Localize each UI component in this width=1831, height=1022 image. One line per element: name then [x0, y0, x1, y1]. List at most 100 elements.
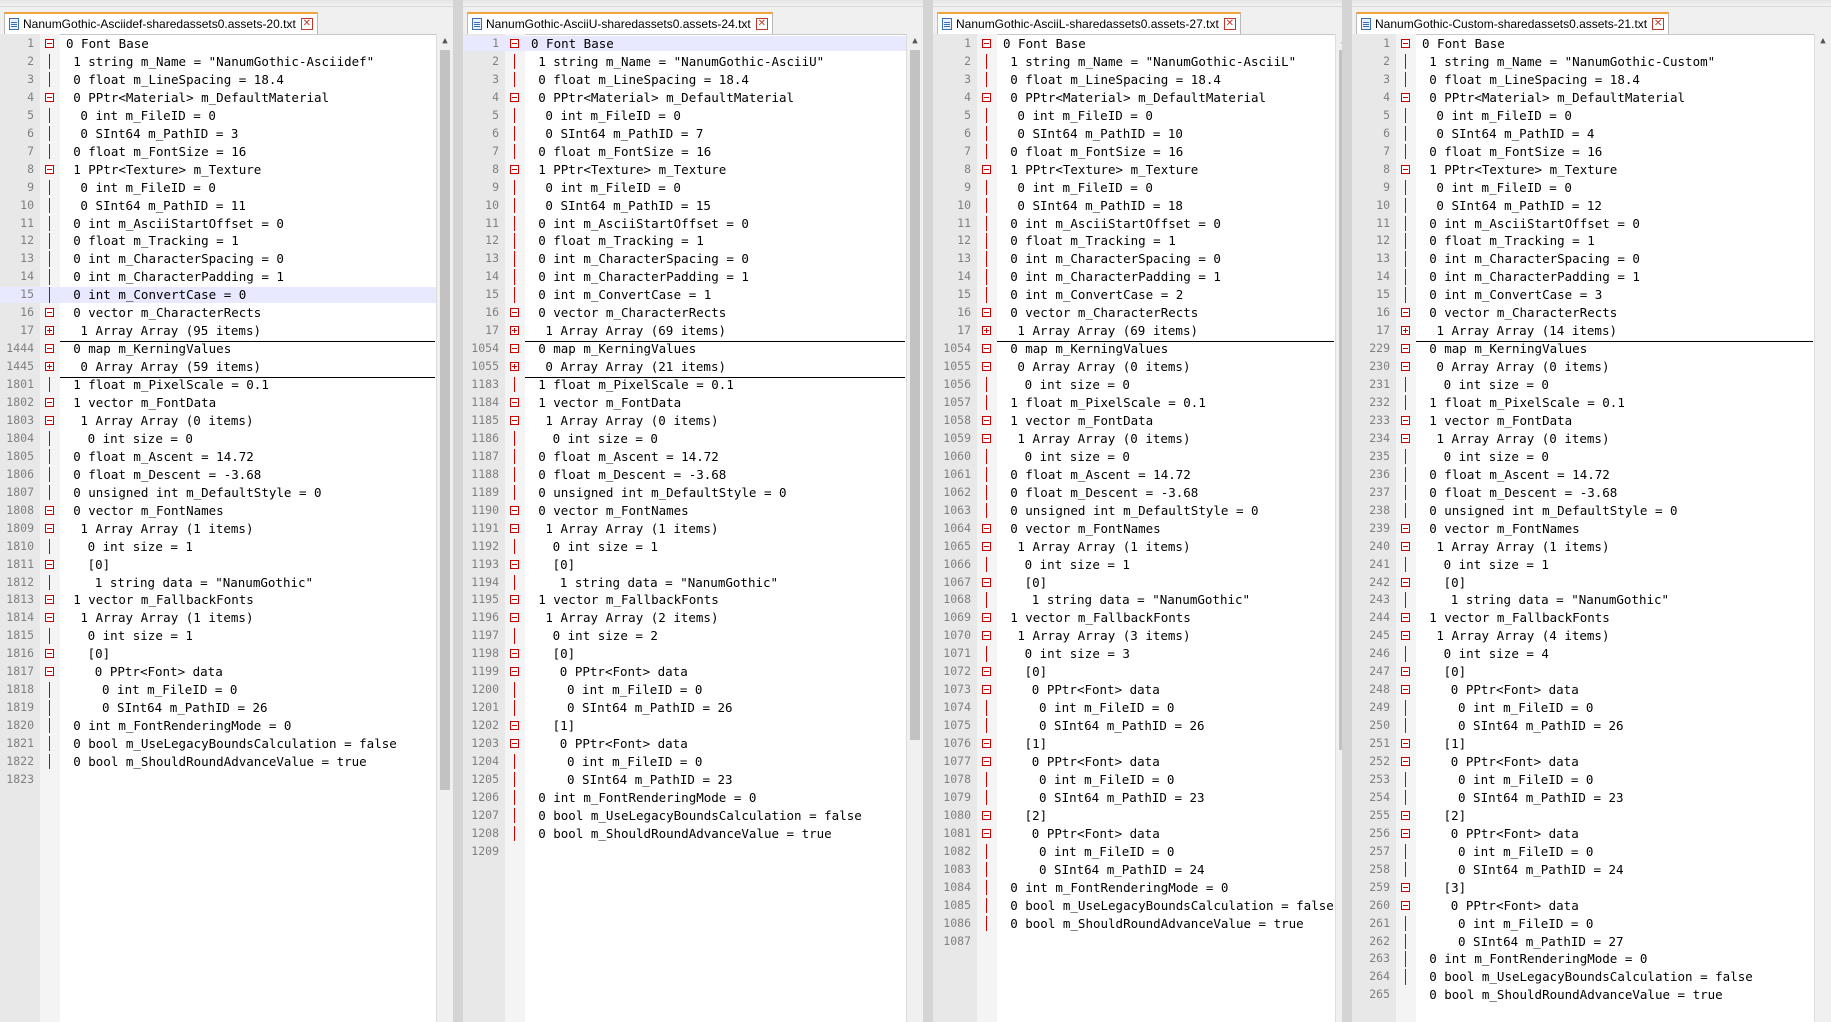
- code-line[interactable]: 1077 0 PPtr<Font> data: [933, 754, 1352, 769]
- code-line[interactable]: 264 0 bool m_UseLegacyBoundsCalculation =…: [1352, 969, 1831, 985]
- code-line[interactable]: 256 0 PPtr<Font> data: [1352, 826, 1831, 841]
- code-line[interactable]: 1187 0 float m_Ascent = 14.72: [463, 448, 923, 465]
- code-line[interactable]: 262 0 SInt64 m_PathID = 27: [1352, 933, 1831, 949]
- fold-collapse-icon[interactable]: [45, 415, 54, 425]
- code-line[interactable]: 258 0 SInt64 m_PathID = 24: [1352, 861, 1831, 878]
- fold-collapse-icon[interactable]: [982, 757, 991, 766]
- vertical-scrollbar[interactable]: ▲: [1814, 34, 1831, 1022]
- code-line[interactable]: 244 1 vector m_FallbackFonts: [1352, 610, 1831, 625]
- fold-collapse-icon[interactable]: [1401, 900, 1410, 910]
- fold-collapse-icon[interactable]: [1401, 667, 1410, 677]
- code-line[interactable]: 12 0 float m_Tracking = 1: [933, 233, 1352, 249]
- code-line[interactable]: 1194 1 string data = "NanumGothic": [463, 574, 923, 590]
- fold-collapse-icon[interactable]: [45, 523, 54, 533]
- fold-collapse-icon[interactable]: [1401, 757, 1410, 766]
- code-line[interactable]: 1086 0 bool m_ShouldRoundAdvanceValue = t…: [933, 915, 1352, 931]
- code-line[interactable]: 14 0 int m_CharacterPadding = 1: [0, 269, 453, 285]
- scroll-up-arrow-icon[interactable]: ▲: [437, 34, 453, 48]
- code-line[interactable]: 1192 0 int size = 1: [463, 538, 923, 554]
- code-line[interactable]: 1184 1 vector m_FontData: [463, 395, 923, 410]
- code-line[interactable]: 1078 0 int m_FileID = 0: [933, 771, 1352, 788]
- code-line[interactable]: 232 1 float m_PixelScale = 0.1: [1352, 395, 1831, 411]
- code-line[interactable]: 1818 0 int m_FileID = 0: [0, 682, 453, 698]
- close-tab-icon[interactable]: ✕: [1223, 18, 1236, 30]
- code-line[interactable]: 3 0 float m_LineSpacing = 18.4: [1352, 71, 1831, 88]
- fold-collapse-icon[interactable]: [1401, 577, 1410, 587]
- code-line[interactable]: 1 0 Font Base: [933, 36, 1352, 51]
- code-line[interactable]: 249 0 int m_FileID = 0: [1352, 700, 1831, 716]
- code-line[interactable]: 12 0 float m_Tracking = 1: [463, 233, 923, 249]
- code-line[interactable]: 246 0 int size = 4: [1352, 646, 1831, 662]
- vertical-scrollbar[interactable]: ▲: [436, 34, 453, 1022]
- fold-collapse-icon[interactable]: [510, 344, 519, 354]
- code-line[interactable]: 17 1 Array Array (69 items): [463, 323, 923, 338]
- fold-collapse-icon[interactable]: [982, 433, 991, 443]
- fold-collapse-icon[interactable]: [1401, 739, 1410, 749]
- code-line[interactable]: 245 1 Array Array (4 items): [1352, 628, 1831, 643]
- code-line[interactable]: 1814 1 Array Array (1 items): [0, 610, 453, 625]
- code-line[interactable]: 8 1 PPtr<Texture> m_Texture: [0, 162, 453, 177]
- scroll-up-arrow-icon[interactable]: ▲: [907, 34, 923, 48]
- file-tab[interactable]: NanumGothic-AsciiU-sharedassets0.assets-…: [467, 12, 773, 34]
- code-line[interactable]: 250 0 SInt64 m_PathID = 26: [1352, 718, 1831, 734]
- code-line[interactable]: 1073 0 PPtr<Font> data: [933, 682, 1352, 697]
- code-line[interactable]: 1 0 Font Base: [463, 36, 923, 52]
- code-line[interactable]: 4 0 PPtr<Material> m_DefaultMaterial: [0, 90, 453, 105]
- fold-collapse-icon[interactable]: [982, 344, 991, 354]
- code-line[interactable]: 1202 [1]: [463, 718, 923, 733]
- code-line[interactable]: 10 0 SInt64 m_PathID = 12: [1352, 197, 1831, 213]
- code-line[interactable]: 8 1 PPtr<Texture> m_Texture: [1352, 162, 1831, 177]
- code-line[interactable]: 1445 0 Array Array (59 items): [0, 359, 453, 374]
- code-line[interactable]: 1815 0 int size = 1: [0, 628, 453, 644]
- fold-collapse-icon[interactable]: [982, 685, 991, 695]
- fold-collapse-icon[interactable]: [982, 39, 991, 48]
- code-line[interactable]: 1196 1 Array Array (2 items): [463, 610, 923, 625]
- code-line[interactable]: 1069 1 vector m_FallbackFonts: [933, 610, 1352, 625]
- code-line[interactable]: 1802 1 vector m_FontData: [0, 395, 453, 410]
- code-line[interactable]: 5 0 int m_FileID = 0: [1352, 107, 1831, 124]
- fold-collapse-icon[interactable]: [982, 577, 991, 587]
- code-line[interactable]: 1055 0 Array Array (21 items): [463, 359, 923, 374]
- fold-expand-icon[interactable]: [45, 326, 54, 336]
- code-line[interactable]: 233 1 vector m_FontData: [1352, 413, 1831, 428]
- code-line[interactable]: 1804 0 int size = 0: [0, 430, 453, 447]
- vertical-scrollbar[interactable]: ▲: [906, 34, 923, 1022]
- code-line[interactable]: 16 0 vector m_CharacterRects: [0, 305, 453, 320]
- fold-collapse-icon[interactable]: [510, 92, 519, 102]
- code-line[interactable]: 265 0 bool m_ShouldRoundAdvanceValue = tr…: [1352, 987, 1831, 1002]
- code-line[interactable]: 240 1 Array Array (1 items): [1352, 539, 1831, 554]
- code-line[interactable]: 1058 1 vector m_FontData: [933, 413, 1352, 428]
- code-line[interactable]: 7 0 float m_FontSize = 16: [933, 143, 1352, 160]
- scrollbar-thumb[interactable]: [910, 50, 920, 740]
- code-line[interactable]: 6 0 SInt64 m_PathID = 3: [0, 125, 453, 142]
- fold-collapse-icon[interactable]: [1401, 362, 1410, 372]
- code-line[interactable]: 14 0 int m_CharacterPadding = 1: [933, 269, 1352, 285]
- code-line[interactable]: 6 0 SInt64 m_PathID = 10: [933, 125, 1352, 142]
- fold-collapse-icon[interactable]: [1401, 92, 1410, 102]
- code-line[interactable]: 260 0 PPtr<Font> data: [1352, 898, 1831, 913]
- code-line[interactable]: 251 [1]: [1352, 736, 1831, 751]
- code-line[interactable]: 1 0 Font Base: [0, 36, 453, 51]
- text-editor[interactable]: 1 0 Font Base 2 1 string m_Name = "NanumGot…: [463, 34, 923, 1022]
- code-line[interactable]: 1080 [2]: [933, 808, 1352, 823]
- code-line[interactable]: 242 [0]: [1352, 575, 1831, 590]
- code-line[interactable]: 15 0 int m_ConvertCase = 0: [0, 287, 453, 303]
- code-line[interactable]: 253 0 int m_FileID = 0: [1352, 771, 1831, 788]
- fold-collapse-icon[interactable]: [1401, 613, 1410, 623]
- code-line[interactable]: 1803 1 Array Array (0 items): [0, 413, 453, 428]
- code-line[interactable]: 1817 0 PPtr<Font> data: [0, 664, 453, 679]
- fold-collapse-icon[interactable]: [982, 523, 991, 533]
- fold-collapse-icon[interactable]: [510, 721, 519, 731]
- fold-collapse-icon[interactable]: [45, 164, 54, 174]
- pane-divider[interactable]: [923, 0, 933, 1022]
- fold-collapse-icon[interactable]: [982, 667, 991, 677]
- fold-collapse-icon[interactable]: [1401, 415, 1410, 425]
- code-line[interactable]: 1806 0 float m_Descent = -3.68: [0, 466, 453, 483]
- code-line[interactable]: 1812 1 string data = "NanumGothic": [0, 574, 453, 590]
- fold-collapse-icon[interactable]: [45, 595, 54, 605]
- code-line[interactable]: 235 0 int size = 0: [1352, 448, 1831, 465]
- text-editor[interactable]: 1 0 Font Base 2 1 string m_Name = "NanumGot…: [0, 34, 453, 1022]
- fold-collapse-icon[interactable]: [45, 308, 54, 318]
- code-line[interactable]: 1085 0 bool m_UseLegacyBoundsCalculation …: [933, 897, 1352, 913]
- code-line[interactable]: 236 0 float m_Ascent = 14.72: [1352, 466, 1831, 483]
